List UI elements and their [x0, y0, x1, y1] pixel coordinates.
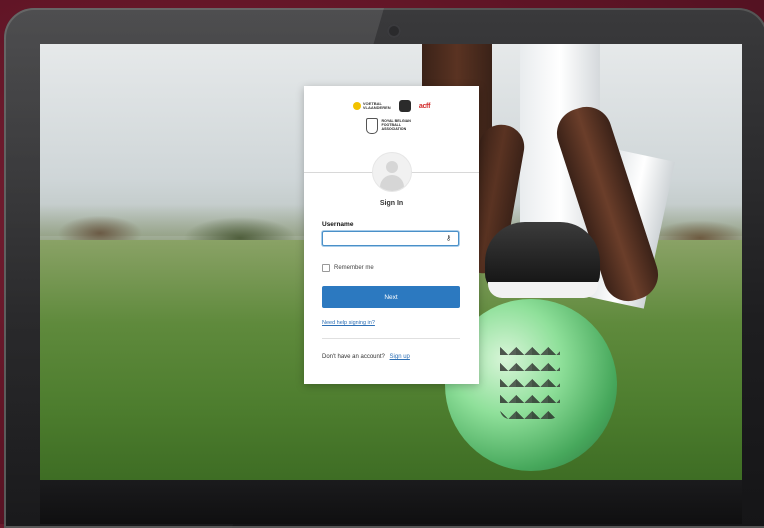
boot-sole — [488, 282, 598, 298]
signup-row: Don't have an account? Sign up — [322, 354, 410, 360]
crest-logo-icon — [398, 100, 411, 112]
avatar-head — [386, 161, 398, 173]
footer-divider — [322, 338, 460, 339]
remember-me[interactable]: Remember me — [322, 264, 374, 272]
user-avatar-icon — [372, 152, 412, 192]
voetbal-vlaanderen-text: VOETBAL VLAANDEREN — [362, 101, 391, 110]
username-label: Username — [322, 221, 354, 228]
remember-me-checkbox[interactable] — [322, 264, 330, 272]
next-button[interactable]: Next — [322, 286, 460, 308]
login-card: VOETBAL VLAANDEREN acff ROYAL BELGIAN FO… — [304, 86, 479, 384]
voetbal-vlaanderen-logo: VOETBAL VLAANDEREN — [352, 101, 391, 110]
laptop-bezel-bottom — [40, 480, 742, 524]
rbfa-text: ROYAL BELGIAN FOOTBALL ASSOCIATION — [381, 119, 411, 131]
no-account-text: Don't have an account? — [322, 354, 385, 360]
signin-title: Sign In — [379, 200, 404, 207]
help-signing-in-link[interactable]: Need help signing in? — [322, 320, 375, 326]
laptop-screen: VOETBAL VLAANDEREN acff ROYAL BELGIAN FO… — [40, 44, 742, 480]
rbfa-crest-icon — [365, 118, 378, 134]
lion-icon — [352, 102, 361, 110]
rbfa-logo: ROYAL BELGIAN FOOTBALL ASSOCIATION — [304, 118, 479, 134]
signup-link[interactable]: Sign up — [390, 354, 410, 360]
key-icon[interactable]: ⚷ — [446, 235, 454, 243]
avatar-body — [380, 175, 404, 191]
acff-logo: acff — [418, 102, 431, 110]
username-input[interactable] — [322, 231, 459, 246]
remember-me-label: Remember me — [334, 265, 374, 271]
camera-icon — [387, 24, 401, 38]
partner-logos: VOETBAL VLAANDEREN acff — [304, 100, 479, 112]
